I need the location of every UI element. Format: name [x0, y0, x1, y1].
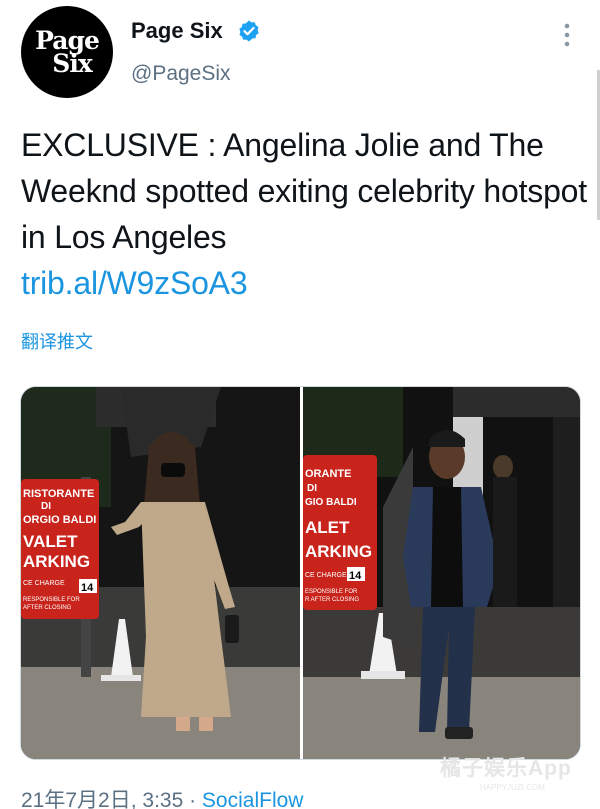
sign-text-6: CE CHARGE [23, 580, 65, 587]
sign-text-r3: GIO BALDI [305, 497, 357, 508]
sign-text-7: 14 [81, 582, 94, 594]
tweet-footer: 21年7月2日, 3:35 · SocialFlow [21, 784, 303, 809]
sign-text-r1: ORANTE [305, 468, 351, 480]
sign-text-3: ORGIO BALDI [23, 514, 96, 526]
sign-text-r9: R AFTER CLOSING [305, 597, 359, 603]
verified-badge-icon [239, 20, 259, 42]
sign-text-5: ARKING [23, 552, 90, 571]
avatar-logo-line-2: Six [52, 49, 92, 78]
sign-text-2: DI [41, 501, 51, 512]
sign-text-4: VALET [23, 532, 78, 551]
watermark: 橘子娱乐App [440, 757, 572, 780]
tweet-source-link[interactable]: SocialFlow [202, 789, 304, 809]
tweet-text: EXCLUSIVE : Angelina Jolie and The Weekn… [21, 122, 591, 306]
sign-text-r6: CE CHARGE [305, 572, 347, 579]
sign-text-r7: 14 [349, 570, 362, 582]
sign-text-9: AFTER CLOSING [23, 605, 72, 611]
sign-text-8: RESPONSIBLE FOR [23, 597, 80, 603]
sign-text-r4: ALET [305, 518, 350, 537]
sign-text-r5: ARKING [305, 542, 372, 561]
tweet-body: EXCLUSIVE : Angelina Jolie and The Weekn… [21, 127, 587, 255]
photo-angelina-jolie[interactable]: RISTORANTE DI ORGIO BALDI VALET ARKING C… [21, 387, 300, 760]
photo-the-weeknd[interactable]: ORANTE DI GIO BALDI ALET ARKING CE CHARG… [303, 387, 581, 760]
tweet-link[interactable]: trib.al/W9zSoA3 [21, 260, 591, 306]
sign-text-1: RISTORANTE [23, 488, 94, 500]
translate-tweet-link[interactable]: 翻译推文 [21, 328, 93, 354]
watermark-sub: HAPPYJUZI.COM [480, 783, 545, 792]
display-name[interactable]: Page Six [131, 18, 223, 44]
more-options-icon[interactable] [561, 22, 573, 48]
media-grid: RISTORANTE DI ORGIO BALDI VALET ARKING C… [20, 386, 581, 760]
avatar[interactable]: Page Six [21, 6, 113, 98]
sign-text-r2: DI [307, 483, 317, 494]
sign-text-r8: ESPONSIBLE FOR [305, 589, 358, 595]
tweet-timestamp[interactable]: 21年7月2日, 3:35 · [21, 789, 202, 809]
account-handle[interactable]: @PageSix [131, 62, 231, 86]
